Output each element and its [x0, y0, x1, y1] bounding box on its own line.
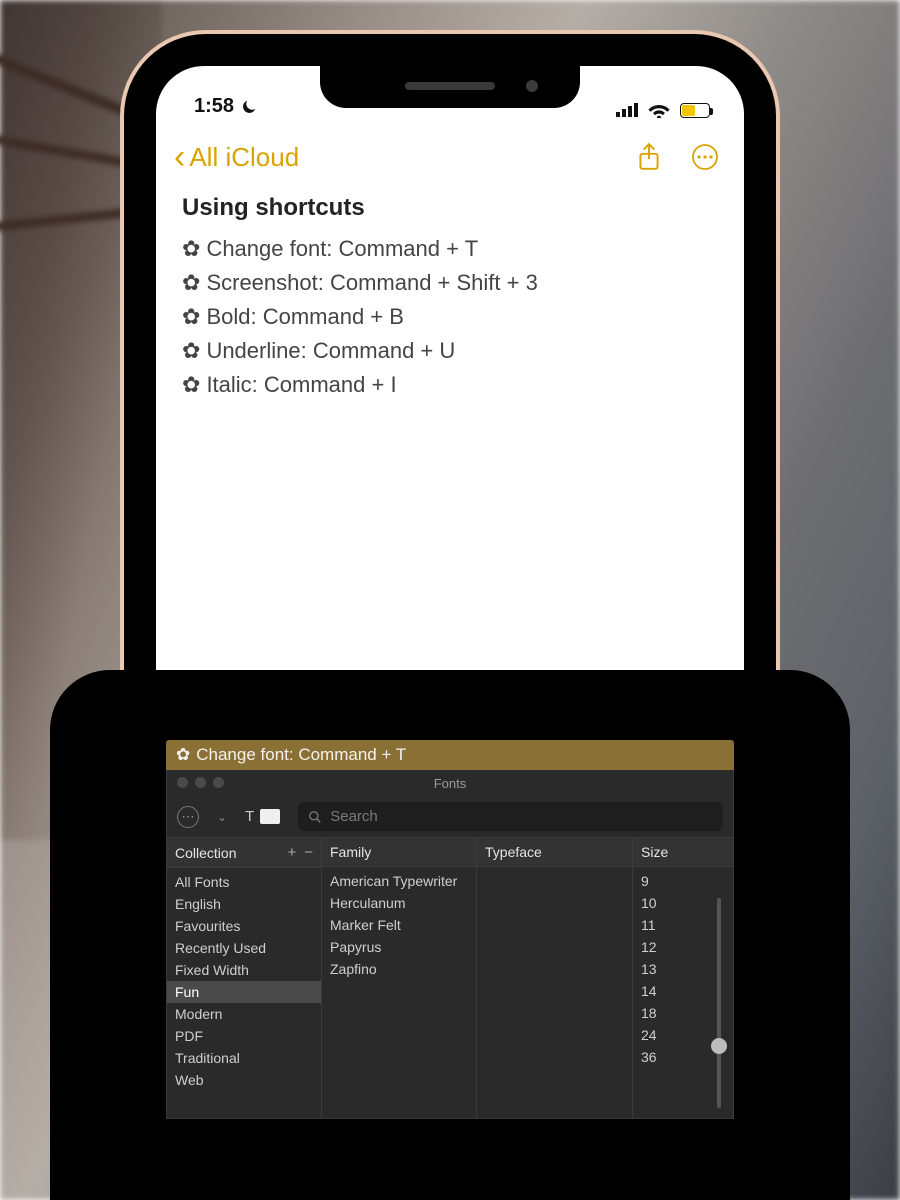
size-slider-thumb[interactable]	[711, 1038, 727, 1054]
text-preview-label: T	[245, 808, 254, 825]
note-body[interactable]: Using shortcuts ✿Change font: Command + …	[156, 182, 744, 414]
note-line: ✿Screenshot: Command + Shift + 3	[182, 266, 718, 300]
list-item[interactable]: Herculanum	[322, 892, 476, 914]
list-item[interactable]: All Fonts	[167, 871, 321, 893]
flower-icon: ✿	[176, 745, 190, 765]
family-column: Family American TypewriterHerculanumMark…	[322, 838, 477, 1118]
more-button[interactable]	[690, 142, 720, 172]
battery-icon	[680, 103, 710, 118]
size-column: Size 91011121314182436	[633, 838, 733, 1118]
window-traffic-lights[interactable]	[177, 777, 224, 788]
size-header: Size	[641, 844, 668, 860]
share-button[interactable]	[636, 142, 662, 172]
highlight-strip-text: Change font: Command + T	[196, 745, 406, 765]
window-titlebar[interactable]: Fonts	[167, 770, 733, 796]
fonts-toolbar: ⋯ ⌄ T Search	[167, 796, 733, 838]
collection-header: Collection	[175, 845, 236, 861]
text-color-control[interactable]: T	[245, 808, 280, 825]
search-placeholder: Search	[330, 808, 378, 825]
list-item[interactable]: 9	[633, 870, 733, 892]
typeface-column: Typeface	[477, 838, 633, 1118]
list-item[interactable]: English	[167, 893, 321, 915]
list-item[interactable]: Favourites	[167, 915, 321, 937]
note-line: ✿Italic: Command + I	[182, 368, 718, 402]
list-item[interactable]: American Typewriter	[322, 870, 476, 892]
fonts-window: Fonts ⋯ ⌄ T Search Col	[166, 770, 734, 1119]
wifi-icon	[648, 102, 670, 118]
family-header: Family	[330, 844, 371, 860]
notch	[320, 66, 580, 108]
highlight-strip: ✿ Change font: Command + T	[166, 740, 734, 770]
chevron-left-icon: ‹	[174, 140, 185, 174]
note-line: ✿Underline: Command + U	[182, 334, 718, 368]
list-item[interactable]: Modern	[167, 1003, 321, 1025]
toolbar-dropdown-caret-icon[interactable]: ⌄	[217, 810, 227, 824]
add-collection-button[interactable]: +	[287, 844, 296, 861]
list-item[interactable]: Marker Felt	[322, 914, 476, 936]
list-item[interactable]: Fun	[167, 981, 321, 1003]
list-item[interactable]: PDF	[167, 1025, 321, 1047]
back-button[interactable]: ‹ All iCloud	[174, 140, 299, 174]
overlay-panel: ✿ Change font: Command + T Fonts ⋯ ⌄ T	[50, 670, 850, 1200]
list-item[interactable]: Recently Used	[167, 937, 321, 959]
nav-bar: ‹ All iCloud	[156, 120, 744, 182]
list-item[interactable]: Papyrus	[322, 936, 476, 958]
note-title: Using shortcuts	[182, 194, 718, 222]
note-line: ✿Bold: Command + B	[182, 300, 718, 334]
color-swatch[interactable]	[260, 809, 280, 824]
font-search-input[interactable]: Search	[298, 802, 723, 831]
window-title: Fonts	[434, 776, 467, 791]
status-time: 1:58	[194, 95, 234, 118]
back-label: All iCloud	[189, 142, 299, 173]
list-item[interactable]: Zapfino	[322, 958, 476, 980]
search-icon	[308, 810, 322, 824]
list-item[interactable]: Fixed Width	[167, 959, 321, 981]
typeface-header: Typeface	[485, 844, 542, 860]
collection-column: Collection + − All FontsEnglishFavourite…	[167, 838, 322, 1118]
note-line: ✿Change font: Command + T	[182, 232, 718, 266]
list-item[interactable]: Traditional	[167, 1047, 321, 1069]
cellular-signal-icon	[616, 103, 638, 117]
size-slider-track[interactable]	[717, 898, 721, 1108]
do-not-disturb-icon	[240, 98, 258, 116]
list-item[interactable]: Web	[167, 1069, 321, 1091]
remove-collection-button[interactable]: −	[304, 844, 313, 861]
toolbar-more-button[interactable]: ⋯	[177, 806, 199, 828]
